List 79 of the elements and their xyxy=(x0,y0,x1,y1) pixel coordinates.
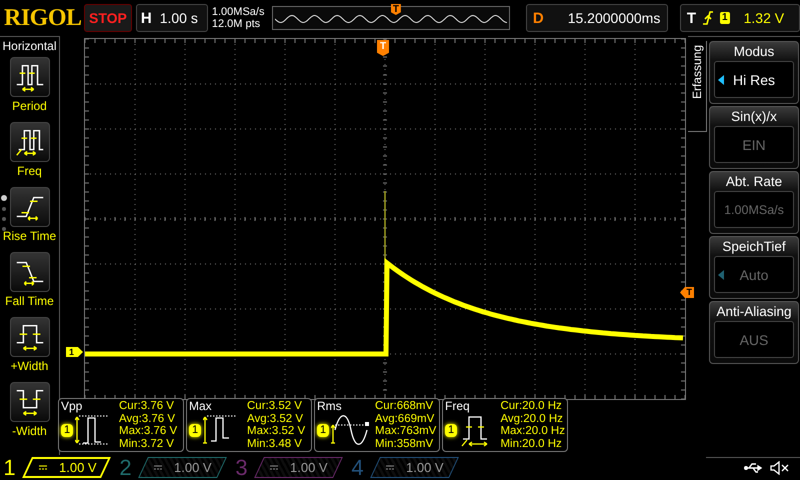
menu-item-title: SpeichTief xyxy=(722,238,786,256)
trigger-box[interactable]: T 1 1.32 V xyxy=(680,4,800,32)
delay-box[interactable]: D 15.2000000ms xyxy=(526,4,668,32)
menu-title: Horizontal xyxy=(2,39,57,53)
trigger-channel-badge: 1 xyxy=(720,12,730,24)
usb-icon xyxy=(744,461,764,475)
channel-badge: 1 xyxy=(317,424,329,436)
channel-scale: 1.00 V xyxy=(174,460,212,475)
measure-label: Freq xyxy=(17,164,42,178)
measurement-name: Rms xyxy=(317,400,343,413)
measurement-value: Min:358mV xyxy=(375,438,434,450)
measurement-name: Freq xyxy=(445,400,471,413)
measurement-name: Max xyxy=(189,400,213,413)
page-dot[interactable] xyxy=(1,195,7,201)
delay-label: D xyxy=(532,10,544,26)
measurement-value: Min:3.72 V xyxy=(119,438,175,450)
measurement-value: Max:3.76 V xyxy=(119,425,178,438)
menu-item-title: Abt. Rate xyxy=(726,173,782,191)
measure-button[interactable] xyxy=(10,317,50,357)
channel-scale: 1.00 V xyxy=(406,460,444,475)
measure-button[interactable] xyxy=(10,122,50,162)
brand-logo: RIGOL xyxy=(4,4,80,32)
rising-edge-icon xyxy=(702,10,714,26)
page-dot[interactable] xyxy=(2,227,6,231)
page-dot[interactable] xyxy=(2,207,6,211)
dc-coupling-icon xyxy=(270,465,278,470)
menu-item-title: Modus xyxy=(734,43,774,61)
channel-marker[interactable]: 1 xyxy=(66,347,83,357)
measure-button[interactable] xyxy=(10,252,50,292)
measurement-value: Avg:669mV xyxy=(375,412,436,425)
measure-label: +Width xyxy=(10,359,48,373)
measurement-value: Cur:3.52 V xyxy=(247,400,303,412)
measurement-value: Min:3.48 V xyxy=(247,438,303,450)
measure-label: -Width xyxy=(12,424,47,438)
timebase-label: H xyxy=(140,10,152,26)
channel-scale: 1.00 V xyxy=(59,460,97,475)
run-stop-button[interactable]: STOP xyxy=(84,4,132,32)
page-dot[interactable] xyxy=(2,217,6,221)
measure-label: Period xyxy=(12,99,47,113)
dc-coupling-icon xyxy=(386,465,394,470)
menu-item-title: Sin(x)/x xyxy=(731,108,777,126)
trigger-level-marker[interactable]: T xyxy=(680,287,694,298)
timebase-value: 1.00 s xyxy=(160,10,198,26)
menu-tab[interactable]: Erfassung xyxy=(690,41,704,100)
measure-button[interactable] xyxy=(10,57,50,97)
dc-coupling-icon xyxy=(154,465,162,470)
left-arrow-icon xyxy=(718,270,724,280)
measurement-value: Avg:3.52 V xyxy=(247,412,304,425)
measure-button[interactable] xyxy=(10,382,50,422)
menu-value-button[interactable]: Hi Res xyxy=(714,61,794,98)
measurement-value: Max:3.52 V xyxy=(247,425,306,438)
trigger-label: T xyxy=(686,10,696,26)
measurement-value: Cur:3.76 V xyxy=(119,400,175,412)
trigger-level: 1.32 V xyxy=(744,10,784,26)
measure-label: Fall Time xyxy=(5,294,54,308)
sample-rate: 1.00MSa/s xyxy=(212,6,266,18)
timebase-box[interactable]: H 1.00 s xyxy=(136,4,208,32)
measurement-value: Avg:20.0 Hz xyxy=(500,412,564,425)
memory-depth: 12.0M pts xyxy=(212,18,262,30)
channel-badge: 1 xyxy=(189,424,201,436)
delay-value: 15.2000000ms xyxy=(568,10,660,26)
channel-badge: 1 xyxy=(445,424,457,436)
measurement-value: Max:20.0 Hz xyxy=(500,425,565,438)
measure-button[interactable] xyxy=(10,187,50,227)
measure-label: Rise Time xyxy=(2,229,56,243)
trigger-marker: T xyxy=(390,4,401,15)
sine-rms-icon xyxy=(331,413,369,447)
dc-coupling-icon xyxy=(39,465,47,470)
measurement-name: Vpp xyxy=(61,400,84,413)
left-arrow-icon xyxy=(718,75,724,85)
measurement-value: Cur:668mV xyxy=(375,400,434,412)
measurement-value: Cur:20.0 Hz xyxy=(500,400,563,412)
speaker-muted-icon xyxy=(770,461,790,475)
channel-badge: 1 xyxy=(61,424,73,436)
menu-item-title: Anti-Aliasing xyxy=(716,303,792,321)
measurement-value: Avg:3.76 V xyxy=(119,412,176,425)
measurement-value: Max:763mV xyxy=(375,425,436,438)
channel-scale: 1.00 V xyxy=(290,460,328,475)
measurement-value: Min:20.0 Hz xyxy=(500,438,563,450)
